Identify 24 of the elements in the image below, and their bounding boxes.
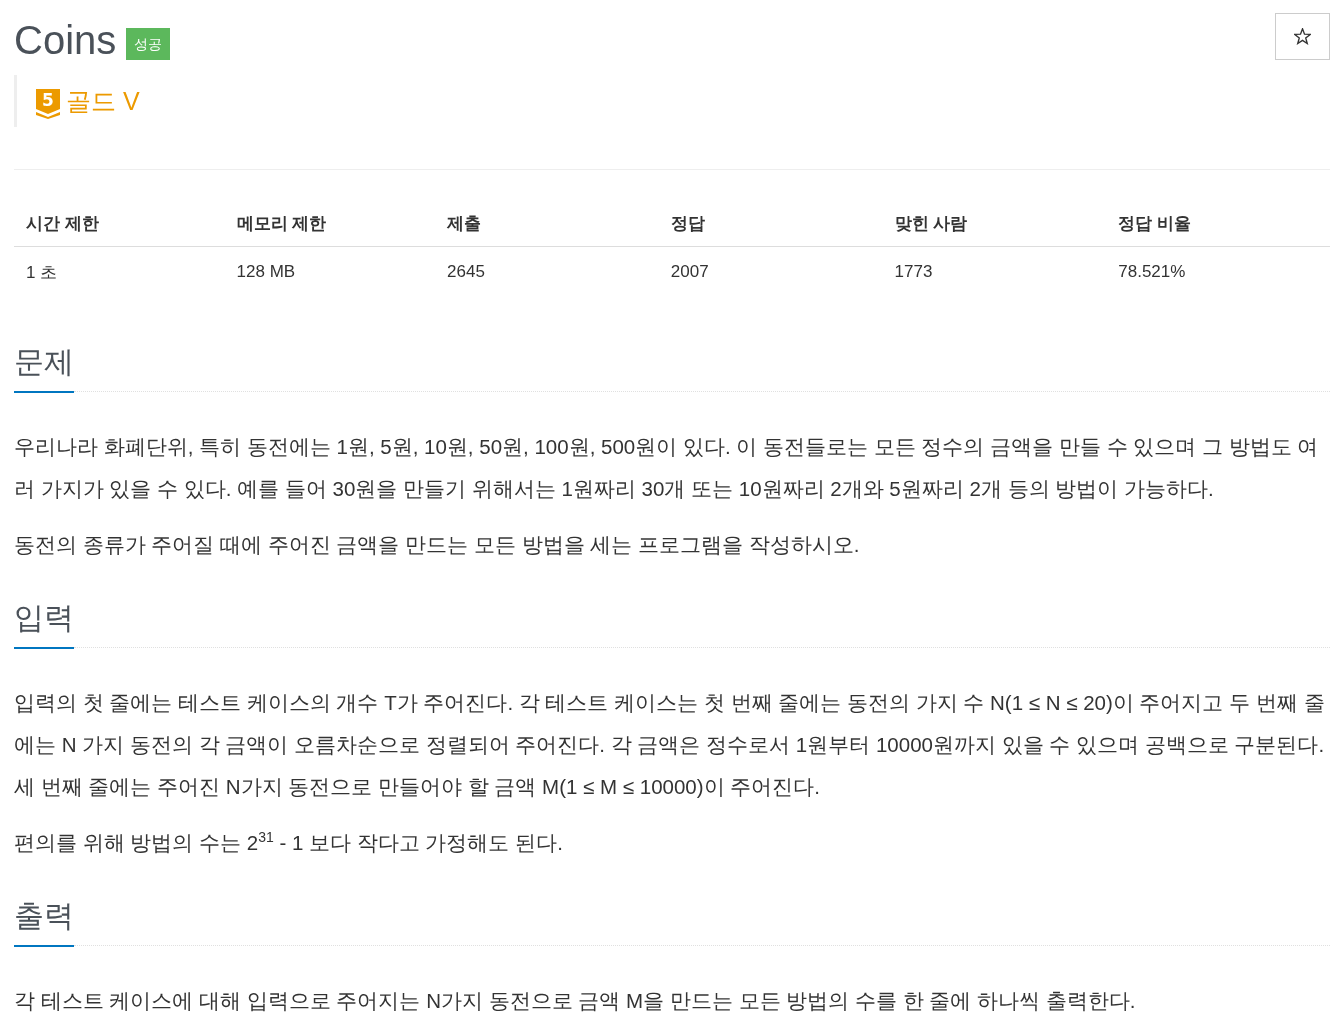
table-cell: 2645 (447, 262, 485, 282)
paragraph: 편의를 위해 방법의 수는 2$^{31}$ - 1 보다 작다고 가정해도 된다. (14, 828, 564, 856)
tier-name: 골드 V (66, 86, 140, 116)
table-cell-text: 1 초 (26, 261, 58, 284)
problem-title: Coins (14, 17, 117, 63)
section-heading: 문제 (14, 344, 74, 393)
section-heading: 입력 (14, 600, 74, 649)
column-header: 맞힌 사람 (894, 212, 968, 235)
column-header: 정답 (670, 212, 705, 235)
paragraph: 동전의 종류가 주어질 때에 주어진 금액을 만드는 모든 방법을 세는 프로그램을 작성하시오. (14, 532, 861, 558)
table-cell: 128 MB (236, 262, 296, 282)
result-badge: 성공 (126, 28, 171, 60)
table-cell: 78.521% (1118, 262, 1186, 282)
paragraph: 우리나라 화폐단위, 특히 동전에는 1원, 5원, 10원, 50원, 100원, 500원이 있다. 이 동전들로는 모든 정수의 금액을 만들 수 있으며 그 방법도 여러 가지가 있을 수 있다. 예를 들어 30원을 만들기 위해서는 1원짜리 30개 또는 10원짜리 2개와 5원짜리 2개 등의 방법이 가능하다. (14, 434, 1320, 502)
table-cell: 2007 (670, 262, 709, 282)
paragraph: 입력의 첫 줄에는 테스트 케이스의 개수 T가 주어진다. 각 테스트 케이스는 첫 번째 줄에는 동전의 가지 수 N(1 ≤ N ≤ 20)이 주어지고 두 번째 줄에는 N 가지 동전의 각 금액이 오름차순으로 정렬되어 주어진다. 각 금액은 정수로서 1원부터 10000원까지 있을 수 있으며 공백으로 구분된다. 세 번째 줄에는 주어진 N가지 동전으로 만들어야 할 금액 M(1 ≤ M ≤ 10000)이 주어진다. (14, 690, 1326, 800)
favorite-button[interactable] (1275, 13, 1330, 60)
paragraph: 각 테스트 케이스에 대해 입력으로 주어지는 N가지 동전으로 금액 M을 만드는 모든 방법의 수를 한 줄에 하나씩 출력한다. (14, 988, 1137, 1014)
column-header: 제출 (447, 212, 482, 235)
column-header: 시간 제한 (26, 212, 99, 235)
column-header: 메모리 제한 (236, 212, 327, 235)
column-header: 정답 비율 (1118, 212, 1191, 235)
section-heading: 출력 (14, 898, 74, 947)
table-cell: 1773 (894, 262, 933, 282)
